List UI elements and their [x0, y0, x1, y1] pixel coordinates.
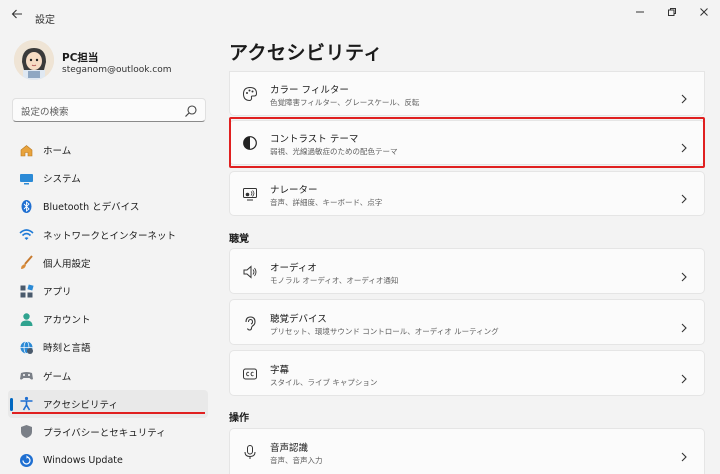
card-subtitle: 音声、詳細度、キーボード、点字	[270, 198, 383, 207]
sidebar-item-personalization[interactable]: 個人用設定	[8, 249, 208, 277]
search-icon	[184, 103, 198, 117]
card-subtitle: プリセット、環境サウンド コントロール、オーディオ ルーティング	[270, 327, 499, 336]
microphone-icon	[241, 443, 259, 461]
home-icon	[18, 142, 34, 158]
card-title: オーディオ	[270, 263, 317, 274]
time-language-icon	[18, 339, 34, 355]
sidebar-item-label: Bluetooth とデバイス	[43, 202, 140, 214]
narrator-icon	[241, 185, 259, 203]
sidebar-item-gaming[interactable]: ゲーム	[8, 362, 208, 390]
card-title: 聴覚デバイス	[270, 314, 327, 325]
captions-card[interactable]: 字幕 スタイル、ライブ キャプション	[229, 350, 705, 396]
back-arrow-icon[interactable]	[8, 8, 26, 26]
sidebar-item-label: プライバシーとセキュリティ	[43, 427, 166, 439]
sidebar-item-label: ゲーム	[43, 371, 72, 383]
chevron-right-icon	[680, 189, 688, 204]
close-button[interactable]	[690, 4, 718, 24]
title-bar: 設定	[0, 0, 720, 34]
card-subtitle: 音声、音声入力	[270, 456, 323, 465]
user-email: steganom@outlook.com	[62, 65, 172, 75]
sidebar-item-home[interactable]: ホーム	[8, 136, 208, 164]
sidebar-item-windows-update[interactable]: Windows Update	[8, 446, 208, 474]
sidebar-item-system[interactable]: システム	[8, 164, 208, 192]
chevron-right-icon	[680, 318, 688, 333]
sidebar-item-accounts[interactable]: アカウント	[8, 305, 208, 333]
search-input[interactable]: 設定の検索	[12, 98, 206, 122]
minimize-button[interactable]	[626, 4, 654, 24]
chevron-right-icon	[680, 89, 688, 104]
gaming-icon	[18, 368, 34, 384]
user-name: PC担当	[62, 52, 99, 64]
page-title: アクセシビリティ	[229, 42, 383, 64]
sidebar-item-label: システム	[43, 174, 81, 186]
app-title: 設定	[35, 15, 55, 26]
hearing-devices-card[interactable]: 聴覚デバイス プリセット、環境サウンド コントロール、オーディオ ルーティング	[229, 299, 705, 345]
audio-card[interactable]: オーディオ モノラル オーディオ、オーディオ通知	[229, 248, 705, 294]
sidebar-item-label: 時刻と言語	[43, 343, 91, 355]
card-title: ナレーター	[270, 185, 318, 196]
update-icon	[18, 452, 34, 468]
sidebar-item-apps[interactable]: アプリ	[8, 277, 208, 305]
ear-icon	[241, 314, 259, 332]
card-title: カラー フィルター	[270, 85, 349, 96]
card-subtitle: 色覚障害フィルター、グレースケール、反転	[270, 98, 420, 107]
search-placeholder: 設定の検索	[21, 107, 69, 118]
annotation-underline	[12, 412, 205, 414]
sidebar-item-label: アカウント	[43, 315, 91, 327]
sidebar-item-label: アプリ	[43, 287, 72, 299]
card-title: 字幕	[270, 365, 290, 376]
narrator-card[interactable]: ナレーター 音声、詳細度、キーボード、点字	[229, 171, 705, 216]
speech-recognition-card[interactable]: 音声認識 音声、音声入力	[229, 428, 705, 474]
annotation-highlight-box	[229, 117, 705, 168]
palette-icon	[241, 85, 259, 103]
card-subtitle: スタイル、ライブ キャプション	[270, 378, 378, 387]
brush-icon	[18, 255, 34, 271]
active-indicator	[10, 397, 13, 411]
sidebar-item-bluetooth[interactable]: Bluetooth とデバイス	[8, 192, 208, 220]
card-subtitle: モノラル オーディオ、オーディオ通知	[270, 276, 399, 285]
sidebar-item-label: ホーム	[43, 146, 72, 158]
avatar[interactable]	[14, 40, 54, 80]
chevron-right-icon	[680, 369, 688, 384]
color-filters-card[interactable]: カラー フィルター 色覚障害フィルター、グレースケール、反転	[229, 71, 705, 116]
sidebar-item-label: Windows Update	[43, 454, 123, 466]
speaker-icon	[241, 263, 259, 281]
network-icon	[18, 227, 34, 243]
sidebar-item-label: ネットワークとインターネット	[43, 230, 177, 242]
system-icon	[18, 170, 34, 186]
chevron-right-icon	[680, 267, 688, 282]
accessibility-icon	[18, 396, 34, 412]
sidebar-item-label: アクセシビリティ	[43, 399, 118, 411]
shield-icon	[18, 424, 34, 440]
section-heading-hearing: 聴覚	[229, 234, 249, 245]
sidebar-nav: ホーム システム Bluetooth とデバイス ネットワークとインターネット …	[8, 136, 208, 474]
bluetooth-icon	[18, 198, 34, 214]
restore-button[interactable]	[658, 4, 686, 24]
sidebar-item-privacy[interactable]: プライバシーとセキュリティ	[8, 418, 208, 446]
apps-icon	[18, 283, 34, 299]
captions-icon	[241, 365, 259, 383]
sidebar-item-time-language[interactable]: 時刻と言語	[8, 333, 208, 361]
chevron-right-icon	[680, 447, 688, 462]
card-title: 音声認識	[270, 443, 309, 454]
account-icon	[18, 311, 34, 327]
sidebar-item-network[interactable]: ネットワークとインターネット	[8, 221, 208, 249]
sidebar-item-label: 個人用設定	[43, 258, 91, 270]
section-heading-interaction: 操作	[229, 413, 249, 424]
